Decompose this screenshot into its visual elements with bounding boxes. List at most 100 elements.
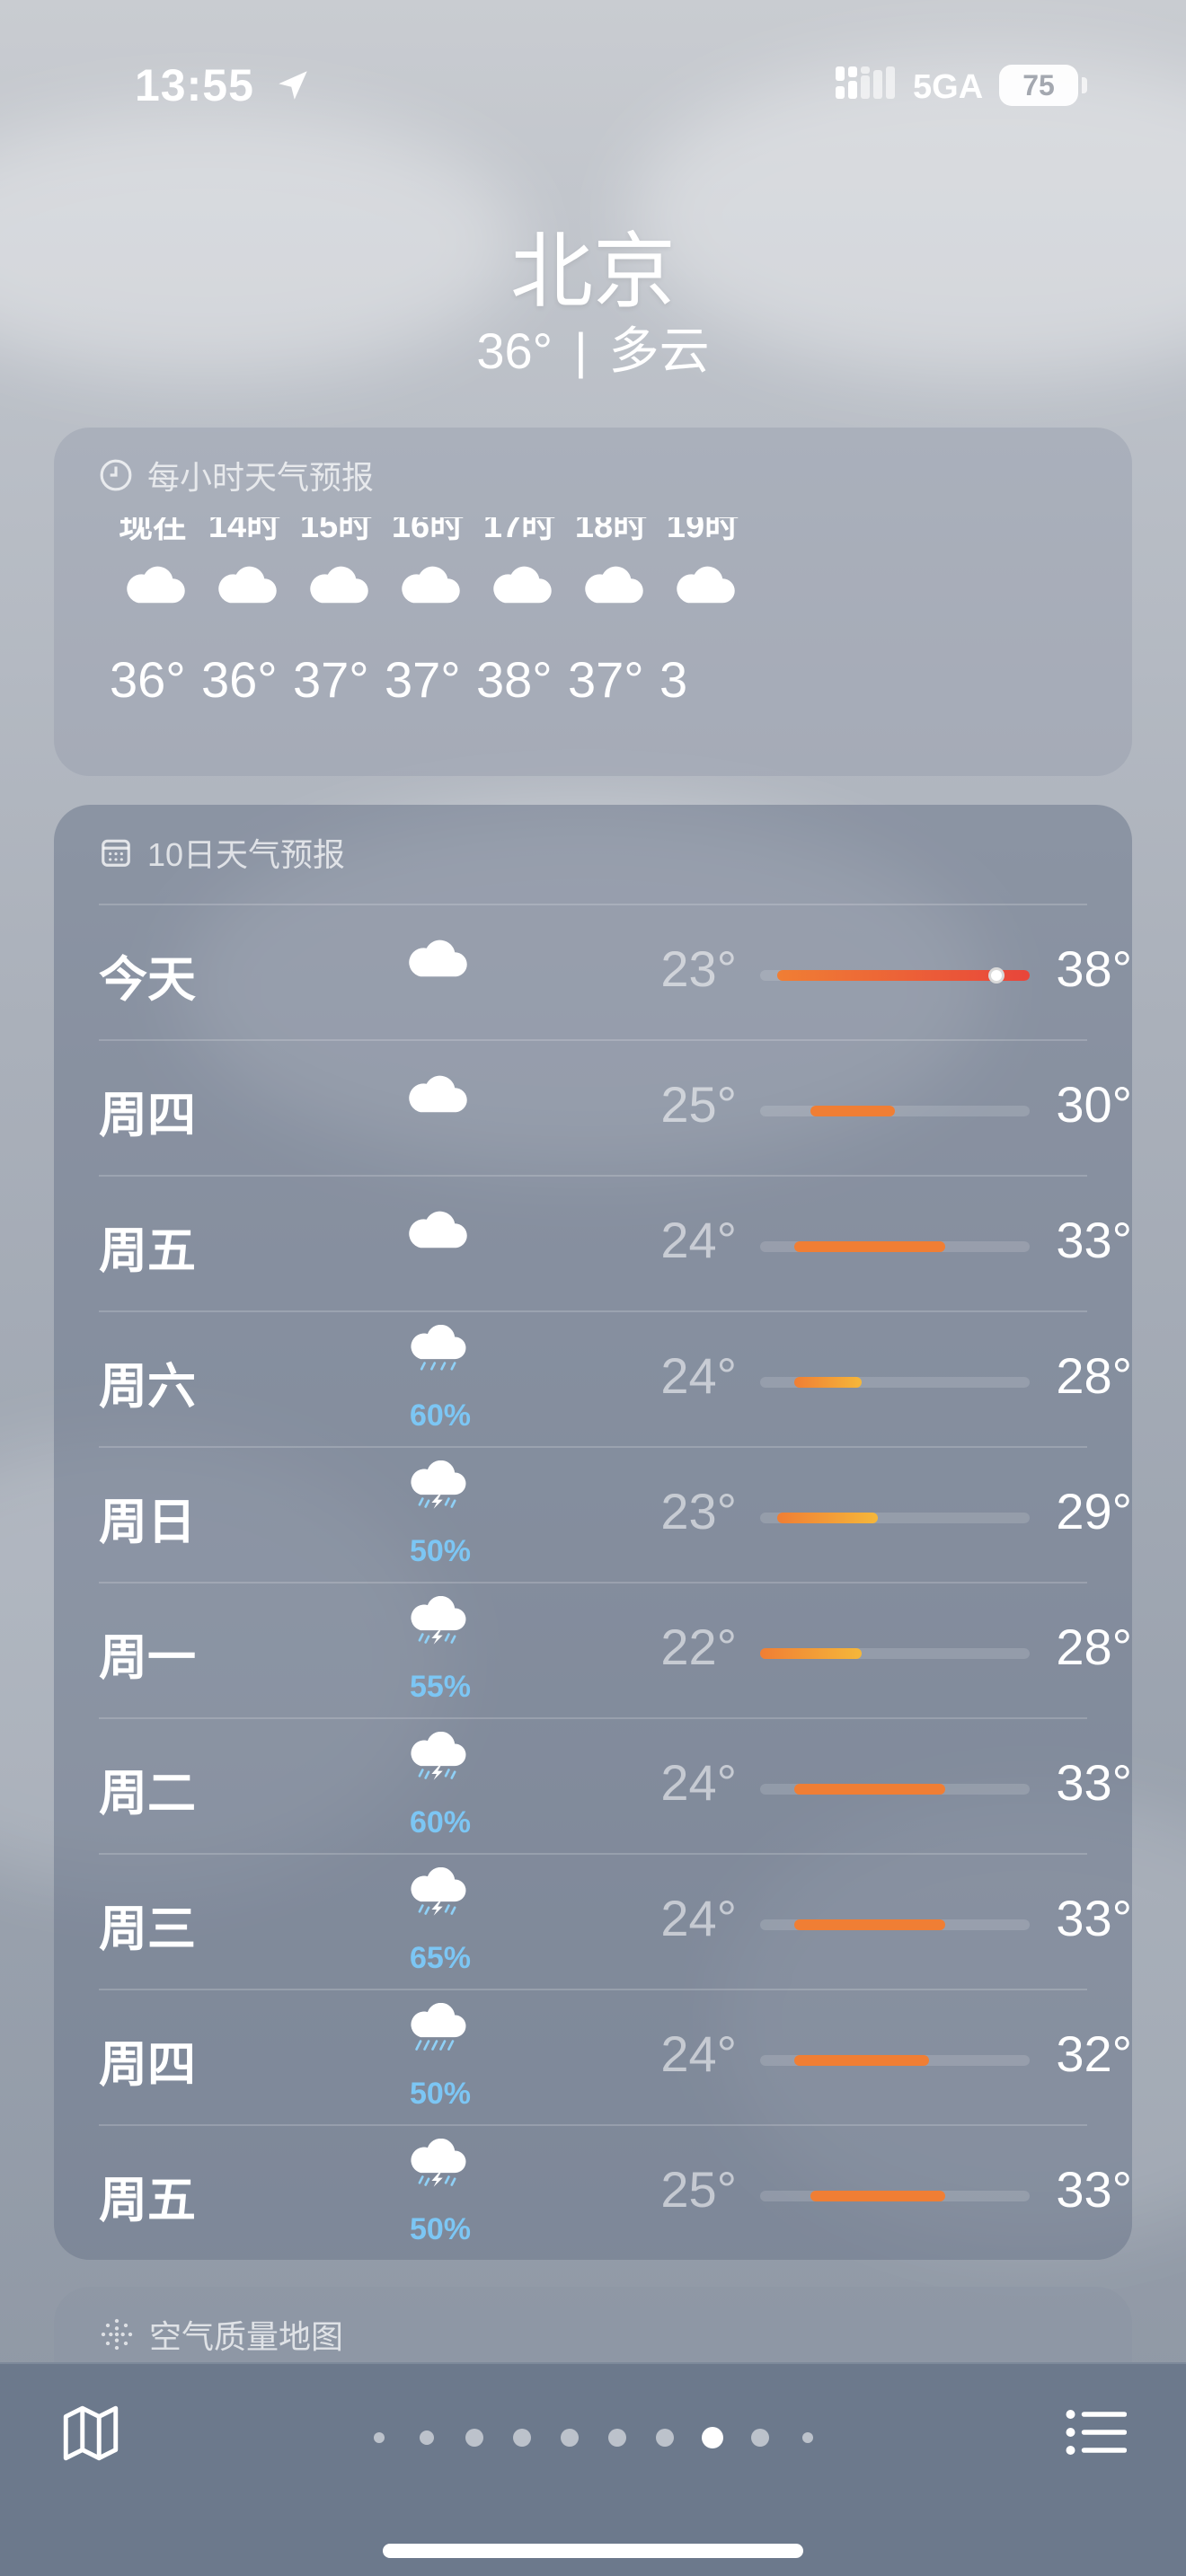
cloud-bolt-rain-icon: [404, 1866, 469, 1922]
forecast-row[interactable]: 周四 50% 24° 32°: [99, 1989, 1132, 2124]
forecast-row[interactable]: 周一 55% 22° 28°: [99, 1582, 1132, 1717]
page-dot[interactable]: [465, 2429, 483, 2447]
forecast-row[interactable]: 周二 60% 24° 33°: [99, 1717, 1132, 1853]
precipitation-chance: 60%: [409, 1398, 472, 1433]
cloud-icon: [397, 564, 462, 610]
precipitation-chance: 50%: [409, 2077, 472, 2111]
temperature-range-fill: [777, 1513, 878, 1523]
cellular-signal-icon: [836, 66, 895, 99]
cloud-icon: [489, 564, 553, 610]
cloud-bolt-rain-icon: [404, 1460, 469, 1515]
temperature-range-fill: [810, 1106, 895, 1116]
low-temperature: 23°: [660, 1483, 737, 1539]
list-icon[interactable]: [1064, 2404, 1127, 2461]
page-dot[interactable]: [373, 2432, 385, 2443]
temperature-range-bar: [760, 2191, 1030, 2201]
page-dot[interactable]: [419, 2430, 434, 2445]
temperature-range-bar: [760, 1106, 1030, 1116]
cloud-bolt-rain-icon: [404, 1595, 469, 1651]
high-temperature: 33°: [1056, 2161, 1132, 2218]
high-temperature: 29°: [1056, 1483, 1132, 1539]
battery-tip: [1082, 77, 1087, 93]
temperature-range-bar: [760, 1648, 1030, 1659]
status-time: 13:55: [135, 60, 254, 110]
hourly-forecast-card[interactable]: 每小时天气预报 现在 36° 14时 36° 15时 37° 16时 37° 17时 38° 18时…: [54, 428, 1132, 776]
low-temperature: 24°: [660, 1212, 737, 1268]
precipitation-chance: 55%: [409, 1670, 472, 1704]
page-dot[interactable]: [701, 2427, 723, 2448]
temperature-range-bar: [760, 1241, 1030, 1252]
cloud-bolt-rain-icon: [404, 1731, 469, 1786]
forecast-day: 周一: [99, 1631, 196, 1685]
forecast-day: 周五: [99, 1224, 196, 1278]
forecast-day: 周五: [99, 2174, 196, 2228]
forecast-row[interactable]: 周六 60% 24° 28°: [99, 1310, 1132, 1446]
forecast-row[interactable]: 周日 50% 23° 29°: [99, 1446, 1132, 1582]
hour-temperature: 3: [659, 651, 688, 708]
precipitation-chance: 65%: [409, 1941, 472, 1975]
location-arrow-icon: [279, 71, 307, 100]
hourly-forecast-header: 每小时天气预报: [99, 453, 374, 498]
temperature-range-fill: [794, 1241, 945, 1252]
temperature-range-fill: [760, 1648, 862, 1659]
city-name: 北京: [509, 226, 676, 318]
low-temperature: 25°: [660, 2161, 737, 2218]
forecast-day: 周四: [99, 2038, 196, 2092]
low-temperature: 25°: [660, 1076, 737, 1133]
forecast-row[interactable]: 周四 25° 30°: [99, 1039, 1132, 1175]
forecast-day: 今天: [99, 953, 196, 1007]
ten-day-forecast-title: 10日天气预报: [147, 836, 346, 873]
high-temperature: 30°: [1056, 1076, 1132, 1133]
cloud-icon: [122, 564, 187, 610]
forecast-row[interactable]: 周三 65% 24° 33°: [99, 1853, 1132, 1989]
cloud-icon: [305, 564, 370, 610]
high-temperature: 33°: [1056, 1212, 1132, 1268]
low-temperature: 24°: [660, 1754, 737, 1811]
precipitation-chance: 50%: [409, 1534, 472, 1568]
forecast-day: 周三: [99, 1902, 196, 1956]
calendar-icon: [102, 839, 130, 867]
precipitation-chance: 50%: [409, 2212, 472, 2246]
high-temperature: 33°: [1056, 1754, 1132, 1811]
ten-day-forecast-card[interactable]: 10日天气预报 今天 23° 38° 周四 25° 30° 周五 24° 33° 周六 60% 24°…: [54, 805, 1132, 2260]
page-indicator[interactable]: [0, 2420, 1186, 2456]
page-dot[interactable]: [560, 2429, 579, 2447]
cloud-icon: [672, 564, 737, 610]
high-temperature: 28°: [1056, 1619, 1132, 1675]
temperature-range-bar: [760, 1919, 1030, 1930]
temperature-range-bar: [760, 2055, 1030, 2066]
air-quality-header: 空气质量地图: [99, 2312, 343, 2357]
cloud-icon: [404, 1073, 469, 1119]
page-dot[interactable]: [750, 2429, 769, 2447]
temperature-range-fill: [794, 1784, 945, 1795]
cloud-icon: [404, 1209, 469, 1255]
hour-label: 19时: [666, 517, 739, 545]
page-dot[interactable]: [655, 2429, 674, 2447]
cloud-bolt-rain-icon: [404, 2138, 469, 2193]
forecast-row[interactable]: 周五 50% 25° 33°: [99, 2124, 1132, 2260]
temperature-range-fill: [794, 1919, 945, 1930]
air-quality-dots-icon: [101, 2318, 133, 2351]
forecast-day: 周日: [99, 1495, 196, 1549]
page-dot[interactable]: [607, 2429, 626, 2447]
forecast-day: 周六: [99, 1360, 196, 1414]
temperature-range-fill: [794, 2055, 929, 2066]
cloud-icon: [214, 564, 279, 610]
low-temperature: 22°: [660, 1619, 737, 1675]
forecast-row[interactable]: 周五 24° 33°: [99, 1175, 1132, 1310]
summary-separator: |: [574, 322, 588, 379]
page-dot[interactable]: [801, 2432, 813, 2443]
high-temperature: 33°: [1056, 1890, 1132, 1946]
cloud-icon: [404, 938, 469, 984]
forecast-row[interactable]: 今天 23° 38°: [99, 904, 1132, 1039]
forecast-day: 周二: [99, 1767, 196, 1821]
battery-icon: 75: [999, 65, 1078, 106]
temperature-range-bar: [760, 1513, 1030, 1523]
temperature-range-fill: [794, 1377, 862, 1388]
home-indicator: [383, 2544, 803, 2558]
hourly-forecast-list[interactable]: 现在 36° 14时 36° 15时 37° 16时 37° 17时 38° 18时 37° 19时 3: [54, 517, 1132, 769]
low-temperature: 24°: [660, 1347, 737, 1404]
page-dot[interactable]: [512, 2429, 531, 2447]
ten-day-forecast-header: 10日天气预报: [99, 830, 345, 875]
high-temperature: 38°: [1056, 940, 1132, 997]
